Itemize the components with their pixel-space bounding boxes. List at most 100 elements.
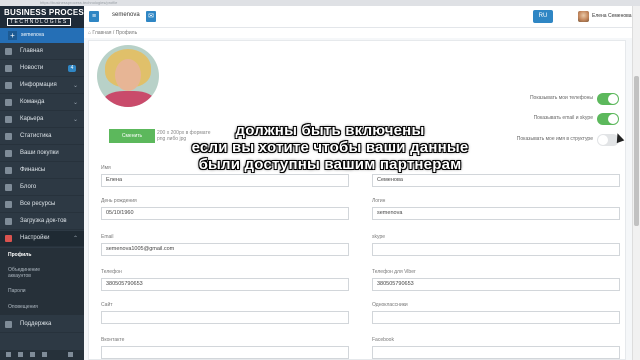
sidebar-subitem-label: Пароли [8, 288, 26, 294]
sidebar-item-label: Информация [20, 82, 57, 88]
facebook-icon[interactable] [18, 352, 23, 357]
toggle-label: Показывать мое имя в структуре [516, 136, 593, 142]
site-field[interactable] [101, 311, 349, 324]
top-header: BUSINESS PROCESS TECHNOLOGIES ≡ semenova… [0, 6, 632, 28]
sidebar-subitem-profile[interactable]: Профиль [0, 248, 84, 261]
sidebar-item-label: Все ресурсы [20, 201, 56, 207]
logo[interactable]: BUSINESS PROCESS TECHNOLOGIES [0, 6, 89, 28]
sidebar-subitem-label: Профиль [8, 252, 32, 258]
viber-phone-field[interactable]: 380505790653 [372, 278, 620, 291]
chevron-up-icon: ⌃ [72, 236, 78, 242]
scrollbar-thumb[interactable] [634, 76, 639, 226]
sidebar-item-label: Статистика [20, 133, 52, 139]
team-icon [5, 99, 12, 106]
phone-field[interactable]: 380505790653 [101, 278, 349, 291]
add-icon[interactable]: + [8, 31, 17, 40]
sidebar-item-label: Ваши покупки [20, 150, 59, 156]
header-username: semenova [112, 12, 140, 18]
birthday-field[interactable]: 05/10/1960 [101, 207, 349, 220]
sidebar-item-purchases[interactable]: Ваши покупки [0, 146, 84, 162]
resources-icon [5, 201, 12, 208]
sidebar-item-resources[interactable]: Все ресурсы [0, 197, 84, 213]
breadcrumb-current: Профиль [115, 30, 138, 36]
sidebar-subitem-merge-accounts[interactable]: Объединение аккаунтов [0, 261, 84, 283]
sidebar-item-news[interactable]: Новости 4 [0, 61, 84, 77]
gear-icon [5, 235, 12, 242]
skype-field[interactable] [372, 243, 620, 256]
sidebar-item-stats[interactable]: Статистика [0, 129, 84, 145]
sidebar-item-career[interactable]: Карьера ⌄ [0, 112, 84, 128]
page-scrollbar[interactable] [632, 6, 640, 360]
facebook-label: Facebook [372, 337, 394, 343]
main-content: Сменить 200 x 200px в формате png либо j… [84, 38, 632, 360]
news-count-badge: 4 [68, 65, 76, 72]
upload-icon [5, 218, 12, 225]
user-name[interactable]: Елена Семенова [592, 13, 632, 19]
vk-icon[interactable] [6, 352, 11, 357]
sidebar-item-finance[interactable]: Финансы [0, 163, 84, 179]
sidebar-item-upload[interactable]: Загрузка док-тов [0, 214, 84, 230]
login-field[interactable]: semenova [372, 207, 620, 220]
sidebar-item-label: Настройки [20, 235, 50, 241]
address-bar[interactable]: https://businessprocess.technologies/pro… [40, 0, 240, 5]
sidebar-item-blog[interactable]: Блого [0, 180, 84, 196]
first-name-field[interactable]: Елена [101, 174, 349, 187]
change-photo-button[interactable]: Сменить [109, 129, 155, 143]
sidebar-item-label: Карьера [20, 116, 44, 122]
classmates-label: Одноклассники [372, 302, 408, 308]
user-avatar[interactable] [578, 11, 589, 22]
sidebar-item-home[interactable]: Главная [0, 44, 84, 60]
message-icon[interactable]: ✉ [146, 11, 156, 22]
sidebar-subitem-notifications[interactable]: Оповещения [0, 296, 84, 315]
login-label: Логин [372, 198, 386, 204]
email-label: Email [101, 234, 114, 240]
home-icon [5, 48, 12, 55]
blog-icon [5, 184, 12, 191]
phone-label: Телефон [101, 269, 122, 275]
sidebar-item-info[interactable]: Информация ⌄ [0, 78, 84, 94]
phones-switch[interactable] [597, 93, 619, 105]
profile-photo [97, 45, 159, 107]
toggle-show-name: Показывать мое имя в структуре [516, 134, 619, 146]
toggle-show-phones: Показывать мои телефоны [519, 93, 619, 105]
email-field[interactable]: semenova1005@gmail.com [101, 243, 349, 256]
vk-field[interactable] [101, 346, 349, 359]
sidebar-user[interactable]: + semenova [0, 28, 84, 43]
settings-icon[interactable] [68, 352, 73, 357]
breadcrumb: ⌂ Главная / Профиль [88, 30, 138, 36]
chevron-down-icon: ⌄ [72, 83, 78, 89]
breadcrumb-home[interactable]: Главная [92, 30, 111, 36]
chevron-down-icon: ⌄ [72, 117, 78, 123]
wallet-icon [5, 167, 12, 174]
telegram-icon[interactable] [42, 352, 47, 357]
logo-subtitle: TECHNOLOGIES [7, 18, 71, 26]
sidebar-item-label: Финансы [20, 167, 46, 173]
chevron-down-icon: ⌄ [72, 100, 78, 106]
skype-label: skype [372, 234, 386, 240]
language-selector[interactable]: RU [533, 10, 553, 23]
sidebar-item-support[interactable]: Поддержка [0, 317, 84, 333]
chart-icon [5, 133, 12, 140]
classmates-field[interactable] [372, 311, 620, 324]
skype-icon[interactable] [30, 352, 35, 357]
sidebar-item-label: Главная [20, 48, 43, 54]
info-icon [5, 82, 12, 89]
email-switch[interactable] [597, 113, 619, 125]
sidebar-item-team[interactable]: Команда ⌄ [0, 95, 84, 111]
sidebar-subitem-label: Оповещения [8, 304, 38, 310]
news-icon [5, 65, 12, 72]
sidebar-item-settings[interactable]: Настройки ⌃ [0, 231, 84, 247]
last-name-field[interactable]: Семенова [372, 174, 620, 187]
photo-body [103, 91, 155, 107]
sidebar-item-label: Новости [20, 65, 44, 71]
sidebar-item-label: Блого [20, 184, 37, 190]
photo-face [115, 59, 141, 91]
logo-title: BUSINESS PROCESS [4, 8, 90, 17]
facebook-field[interactable] [372, 346, 620, 359]
sidebar-subitem-label: Объединение аккаунтов [8, 267, 40, 279]
sidebar-subitem-passwords[interactable]: Пароли [0, 283, 84, 296]
toggle-label: Показывать email и skype [533, 115, 593, 121]
sidebar-item-label: Поддержка [20, 321, 52, 327]
menu-toggle-icon[interactable]: ≡ [89, 11, 99, 22]
social-links [0, 350, 84, 360]
